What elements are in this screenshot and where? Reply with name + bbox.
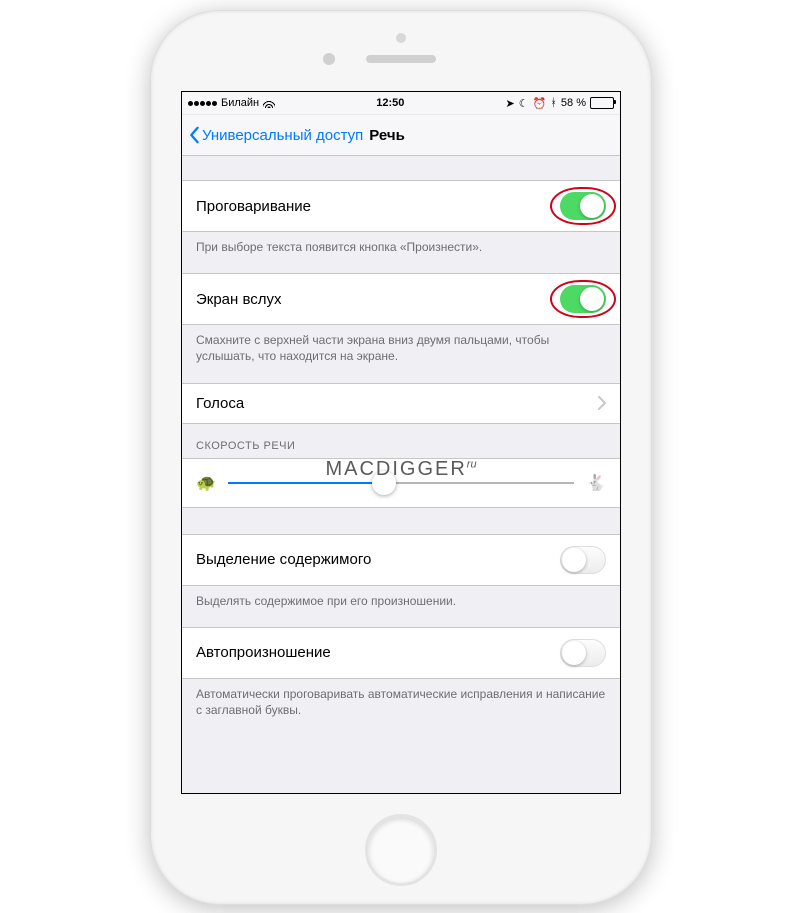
row-label: Выделение содержимого [196,551,371,568]
footer-autospeak: Автоматически проговаривать автоматическ… [182,679,620,718]
front-camera [323,53,335,65]
row-label: Проговаривание [196,198,311,215]
home-button[interactable] [365,814,437,886]
footer-speak-selection: При выборе текста появится кнопка «Произ… [182,232,620,255]
row-rate-slider: 🐢 🐇 [182,458,620,508]
location-icon: ➤ [506,97,515,110]
slider-fill [228,482,384,484]
footer-highlight: Выделять содержимое при его произношении… [182,586,620,609]
back-label: Универсальный доступ [202,127,363,144]
page-title: Речь [369,127,405,144]
toggle-highlight[interactable] [560,546,606,574]
row-speak-selection[interactable]: Проговаривание [182,180,620,232]
screen: Билайн 12:50 ➤ ☾ ⏰ ᚼ 58 % Универсальный … [181,91,621,794]
footer-speak-screen: Смахните с верхней части экрана вниз дву… [182,325,620,364]
bluetooth-icon: ᚼ [550,97,557,109]
turtle-icon: 🐢 [196,473,216,493]
slider-thumb[interactable] [372,471,396,495]
row-voices[interactable]: Голоса [182,383,620,424]
chevron-left-icon [188,126,200,144]
carrier-label: Билайн [221,97,259,109]
rate-slider[interactable] [228,473,574,493]
battery-icon [590,97,614,109]
toggle-autospeak[interactable] [560,639,606,667]
alarm-icon: ⏰ [533,97,547,110]
header-rate: СКОРОСТЬ РЕЧИ [182,424,620,458]
battery-pct: 58 % [561,97,586,109]
row-highlight[interactable]: Выделение содержимого [182,534,620,586]
row-autospeak[interactable]: Автопроизношение [182,627,620,679]
stage: Билайн 12:50 ➤ ☾ ⏰ ᚼ 58 % Универсальный … [0,0,800,913]
earpiece-speaker [366,55,436,63]
status-bar: Билайн 12:50 ➤ ☾ ⏰ ᚼ 58 % [182,92,620,115]
toggle-speak-selection[interactable] [560,192,606,220]
status-left: Билайн [188,97,275,109]
phone-body: Билайн 12:50 ➤ ☾ ⏰ ᚼ 58 % Универсальный … [150,10,652,905]
status-time: 12:50 [376,97,404,109]
wifi-icon [263,99,275,108]
back-button[interactable]: Универсальный доступ [188,126,363,144]
toggle-speak-screen[interactable] [560,285,606,313]
chevron-right-icon [598,396,606,410]
signal-dots [188,101,217,106]
row-speak-screen[interactable]: Экран вслух [182,273,620,325]
settings-content: Проговаривание При выборе текста появитс… [182,154,620,793]
proximity-sensor [396,33,406,43]
row-label: Экран вслух [196,291,282,308]
dnd-icon: ☾ [519,97,529,110]
row-label: Автопроизношение [196,644,331,661]
rabbit-icon: 🐇 [586,473,606,493]
status-right: ➤ ☾ ⏰ ᚼ 58 % [506,97,614,110]
nav-bar: Универсальный доступ Речь [182,115,620,156]
row-label: Голоса [196,395,244,412]
